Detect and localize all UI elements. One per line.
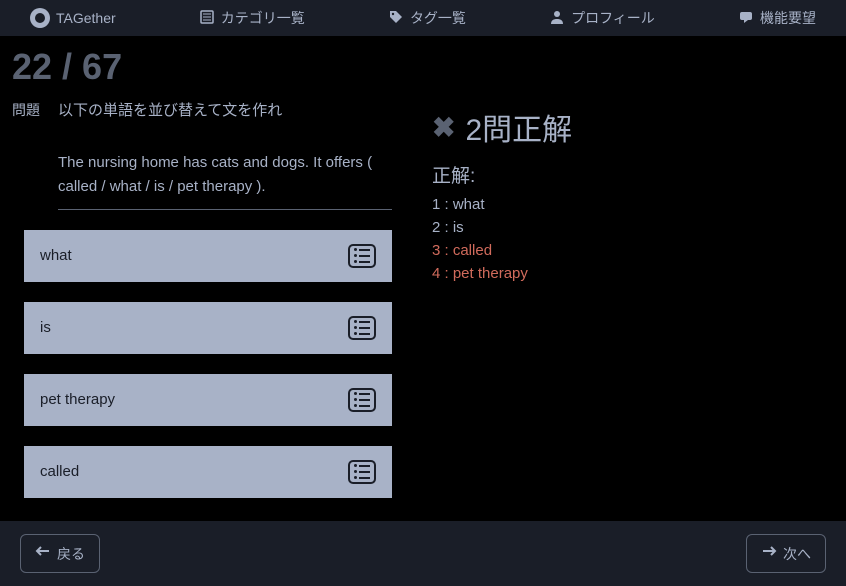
logo-icon — [30, 8, 50, 28]
sortable-answers: what is pet therapy — [12, 230, 392, 498]
answer-text: pet therapy — [40, 391, 115, 408]
question-sentence: The nursing home has cats and dogs. It o… — [58, 151, 392, 210]
drag-handle-icon[interactable] — [348, 244, 376, 268]
question-panel: 問題 以下の単語を並び替えて文を作れ The nursing home has … — [12, 100, 392, 518]
drag-handle-icon[interactable] — [348, 388, 376, 412]
next-button[interactable]: 次へ — [746, 534, 826, 573]
logo-text: TAGether — [56, 10, 116, 26]
result-panel: ✖ 2問正解 正解: 1 : what 2 : is 3 : called 4 … — [432, 100, 834, 518]
user-icon — [549, 9, 565, 28]
answer-item[interactable]: pet therapy — [24, 374, 392, 426]
correct-item: 2 : is — [432, 219, 834, 236]
correct-answer-label: 正解: — [432, 161, 834, 188]
back-label: 戻る — [57, 544, 85, 564]
result-title: 2問正解 — [465, 105, 572, 149]
answer-item[interactable]: what — [24, 230, 392, 282]
header: TAGether カテゴリ一覧 タグ一覧 プロフィール 機能要望 — [0, 0, 846, 36]
main-content: 22 / 67 問題 以下の単語を並び替えて文を作れ The nursing h… — [0, 36, 846, 538]
answer-item[interactable]: called — [24, 446, 392, 498]
tag-icon — [388, 9, 404, 28]
chat-icon — [738, 9, 754, 28]
answer-text: is — [40, 319, 51, 336]
nav-label: タグ一覧 — [410, 8, 466, 28]
progress-counter: 22 / 67 — [12, 46, 834, 88]
nav-label: 機能要望 — [760, 8, 816, 28]
correct-item: 1 : what — [432, 196, 834, 213]
next-label: 次へ — [783, 544, 811, 564]
nav-category[interactable]: カテゴリ一覧 — [199, 8, 305, 28]
answer-text: what — [40, 247, 72, 264]
arrow-right-icon — [761, 543, 777, 564]
drag-handle-icon[interactable] — [348, 316, 376, 340]
nav-tags[interactable]: タグ一覧 — [388, 8, 466, 28]
back-button[interactable]: 戻る — [20, 534, 100, 573]
list-icon — [199, 9, 215, 28]
answer-text: called — [40, 463, 79, 480]
nav-label: プロフィール — [571, 8, 655, 28]
question-instruction: 以下の単語を並び替えて文を作れ — [58, 100, 392, 123]
nav-label: カテゴリ一覧 — [221, 8, 305, 28]
question-label: 問題 — [12, 100, 40, 120]
nav-feedback[interactable]: 機能要望 — [738, 8, 816, 28]
footer: 戻る 次へ — [0, 521, 846, 586]
logo[interactable]: TAGether — [30, 8, 116, 28]
incorrect-icon: ✖ — [432, 111, 455, 144]
answer-item[interactable]: is — [24, 302, 392, 354]
correct-item-wrong: 4 : pet therapy — [432, 265, 834, 282]
arrow-left-icon — [35, 543, 51, 564]
nav-profile[interactable]: プロフィール — [549, 8, 655, 28]
drag-handle-icon[interactable] — [348, 460, 376, 484]
correct-item-wrong: 3 : called — [432, 242, 834, 259]
